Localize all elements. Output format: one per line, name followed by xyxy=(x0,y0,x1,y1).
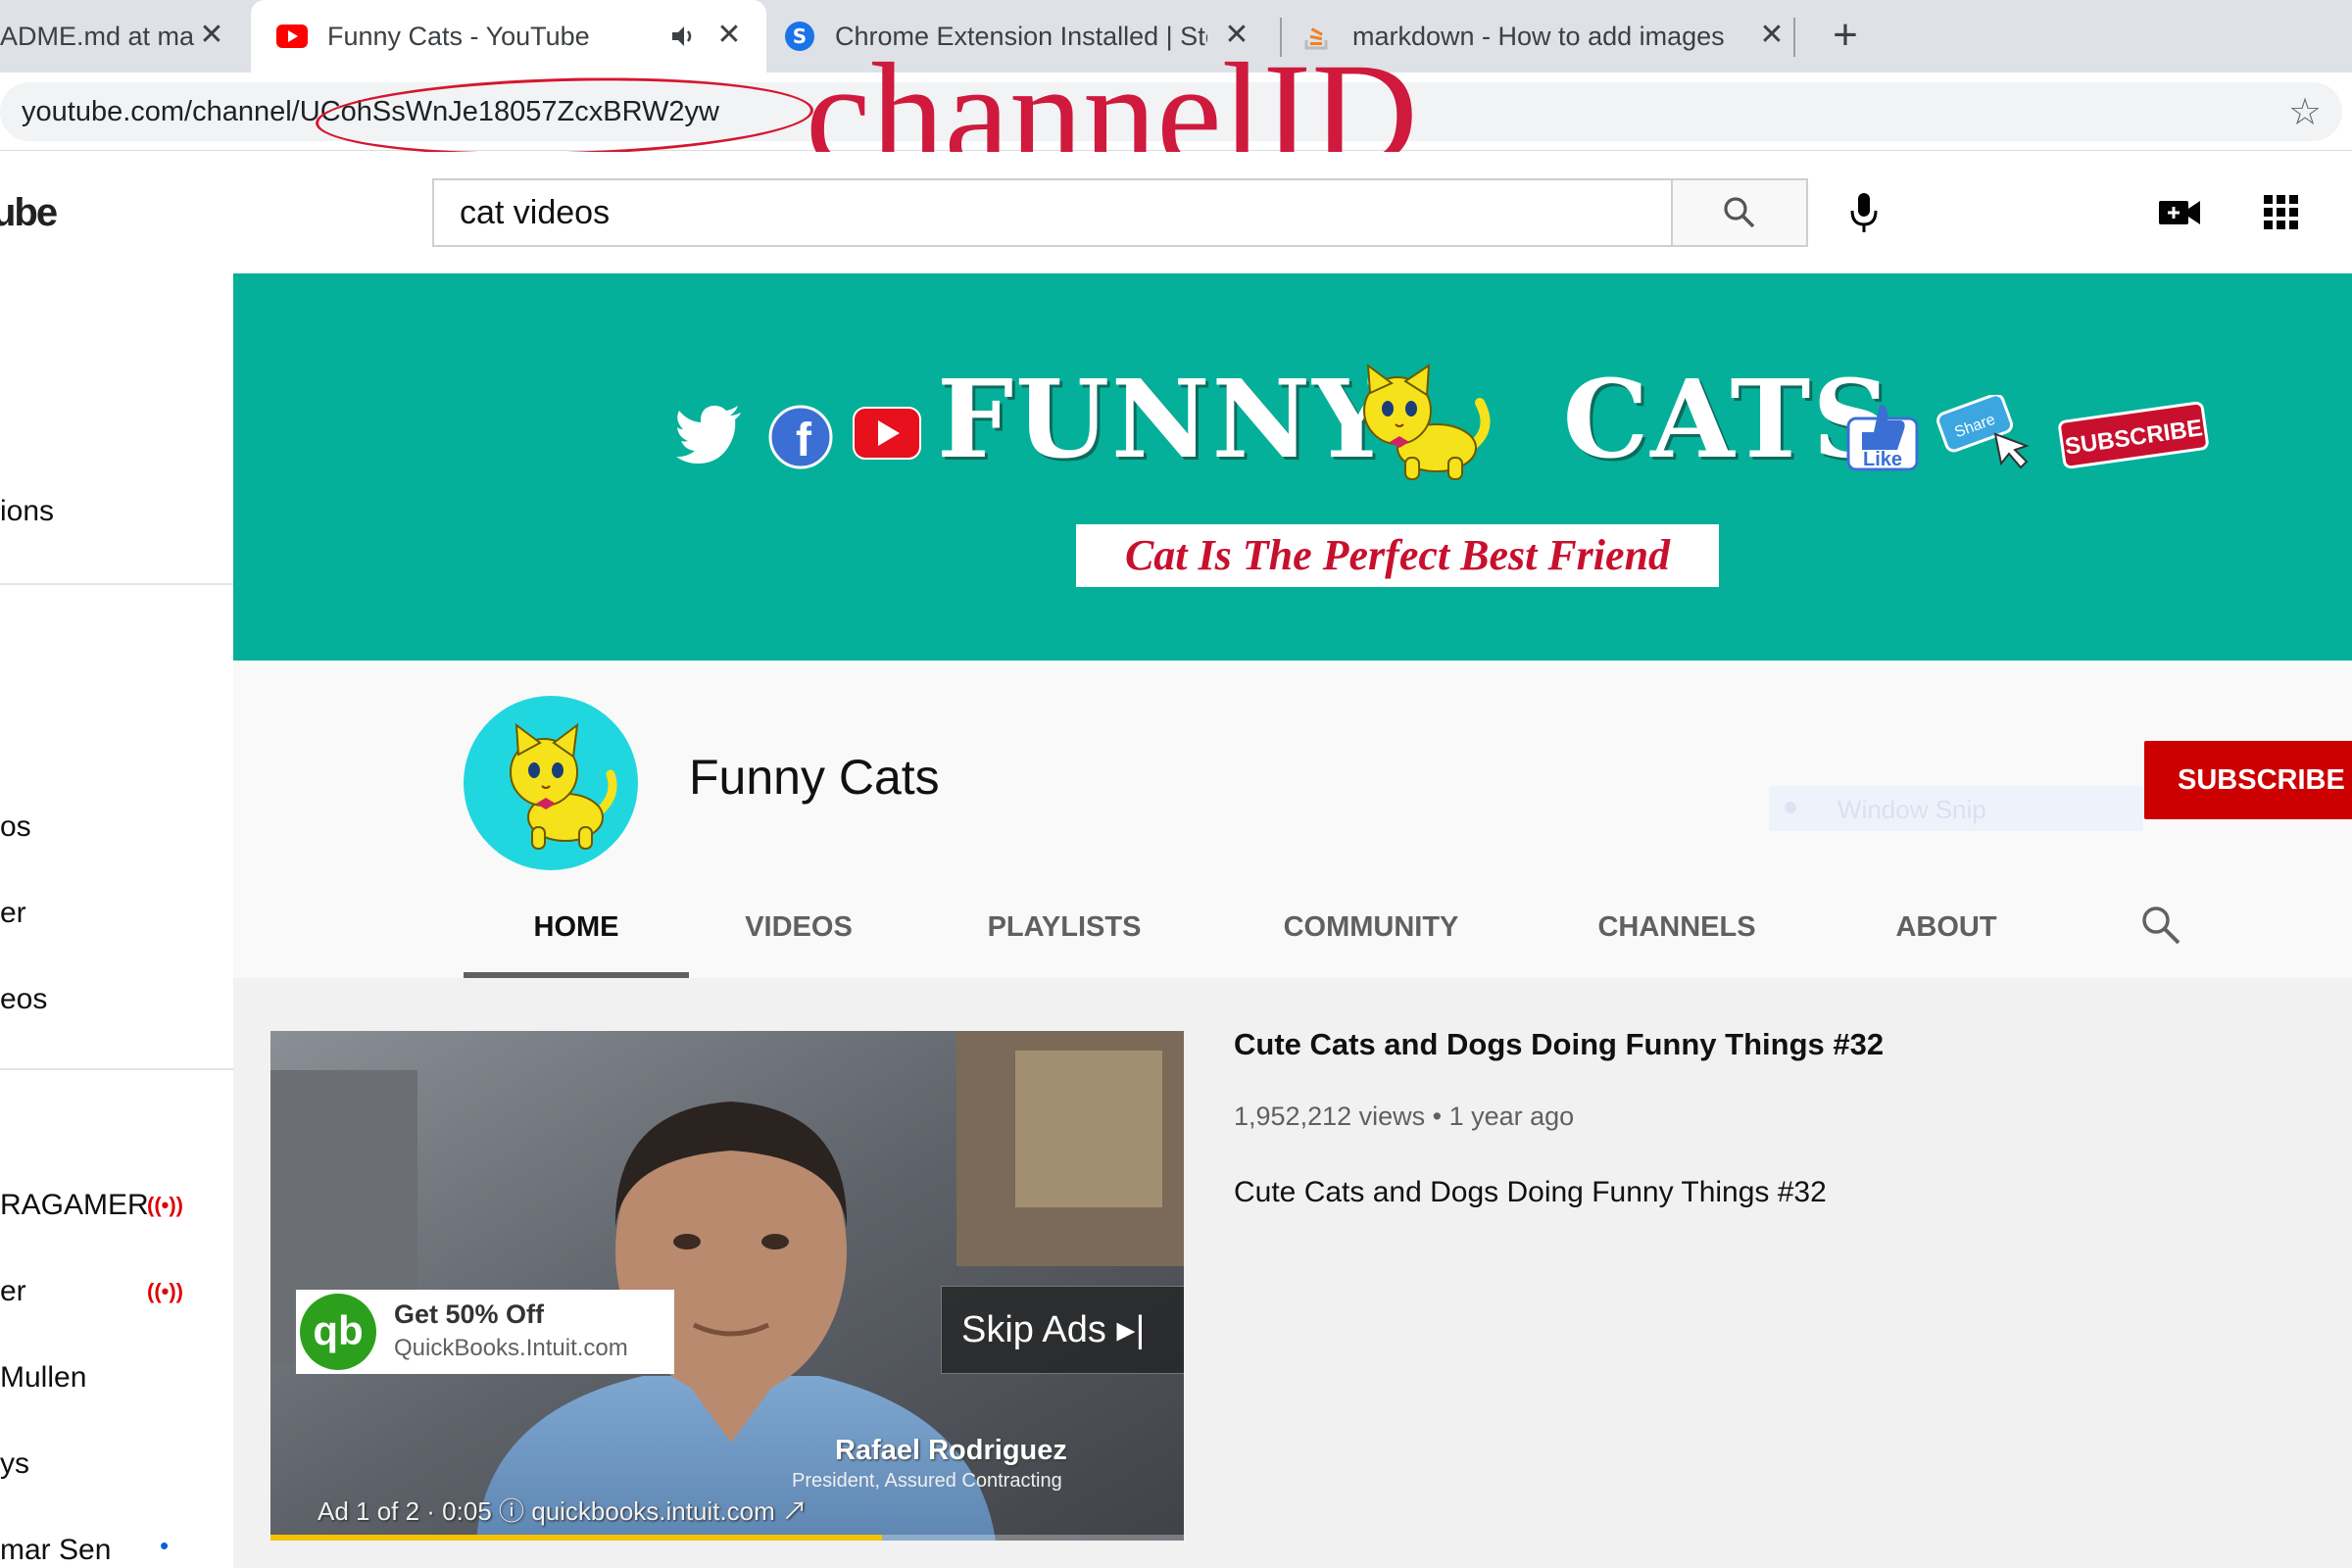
skip-ads-button[interactable]: Skip Ads ▸| xyxy=(941,1286,1184,1374)
sidebar-item-subscription[interactable]: RAGAMER xyxy=(0,1189,149,1222)
subscribe-button[interactable]: SUBSCRIBE xyxy=(2144,741,2352,819)
voice-search-button[interactable] xyxy=(1838,187,1889,238)
tab-home[interactable]: HOME xyxy=(464,890,689,978)
ad-info-text[interactable]: Ad 1 of 2 · 0:05 ⓘ quickbooks.intuit.com… xyxy=(318,1492,808,1528)
featured-video-title[interactable]: Cute Cats and Dogs Doing Funny Things #3… xyxy=(1234,1027,1884,1062)
tab-community[interactable]: COMMUNITY xyxy=(1278,890,1464,978)
search-input[interactable] xyxy=(460,194,1636,232)
tab-channels[interactable]: CHANNELS xyxy=(1593,890,1760,978)
window-snip-label: Window Snip xyxy=(1838,795,1986,824)
live-icon: ((•)) xyxy=(147,1193,184,1217)
browser-tab-youtube[interactable]: Funny Cats - YouTube ✕ xyxy=(251,0,766,73)
channel-content: qb Get 50% Off QuickBooks.Intuit.com Ski… xyxy=(233,978,2352,1568)
search-button[interactable] xyxy=(1671,178,1808,247)
sidebar-item[interactable]: er xyxy=(0,897,26,930)
sidebar-item-subscription[interactable]: er xyxy=(0,1275,26,1308)
bookmark-star-icon[interactable]: ☆ xyxy=(2288,94,2322,131)
url-prefix: youtube.com/channel/ xyxy=(22,96,300,127)
twitter-icon xyxy=(676,405,745,466)
youtube-play-icon xyxy=(853,407,921,460)
search-icon xyxy=(1724,197,1755,228)
audio-playing-icon[interactable] xyxy=(668,22,698,51)
youtube-masthead: ube xyxy=(0,152,2352,273)
featured-video-description: Cute Cats and Dogs Doing Funny Things #3… xyxy=(1234,1176,1827,1208)
like-sticker: Like xyxy=(1846,389,1919,471)
ad-overlay-card[interactable]: qb Get 50% Off QuickBooks.Intuit.com xyxy=(296,1290,674,1374)
ad-domain-text: QuickBooks.Intuit.com xyxy=(394,1335,628,1361)
subscribe-sticker: SUBSCRIBE xyxy=(2057,400,2210,470)
tab-playlists[interactable]: PLAYLISTS xyxy=(986,890,1143,978)
tab-close-icon[interactable]: ✕ xyxy=(1756,20,1788,51)
browser-tab-readme[interactable]: ADME.md at ma ✕ xyxy=(0,0,245,73)
banner-title-right: CATS xyxy=(1562,356,1892,482)
live-icon: ((•)) xyxy=(147,1279,184,1303)
cat-mascot-icon xyxy=(1350,364,1497,481)
ad-offer-text: Get 50% Off xyxy=(394,1299,545,1329)
share-sticker: Share xyxy=(1936,393,2044,473)
sidebar-divider xyxy=(0,583,233,585)
new-tab-button[interactable]: + xyxy=(1823,14,1868,59)
snip-dot-icon xyxy=(1785,802,1796,813)
presenter-name: Rafael Rodriguez xyxy=(835,1435,1067,1466)
tab-about[interactable]: ABOUT xyxy=(1887,890,2005,978)
channel-name: Funny Cats xyxy=(689,750,940,805)
tab-close-icon[interactable]: ✕ xyxy=(713,20,745,51)
video-player[interactable]: qb Get 50% Off QuickBooks.Intuit.com Ski… xyxy=(270,1031,1184,1541)
youtube-logo[interactable]: ube xyxy=(0,191,58,235)
channel-banner: f FUNNY CATS Like Share SUBSCRIBE Cat Is … xyxy=(233,273,2352,661)
apps-grid-icon xyxy=(2264,195,2298,229)
banner-tagline: Cat Is The Perfect Best Friend xyxy=(1076,524,1719,587)
sidebar-item-subscription[interactable]: mar Sen xyxy=(0,1534,111,1567)
tab-title: Funny Cats - YouTube xyxy=(327,21,590,51)
search-icon xyxy=(2142,906,2180,945)
sidebar-divider xyxy=(0,1068,233,1070)
sidebar-item[interactable]: eos xyxy=(0,983,47,1016)
banner-title-left: FUNNY xyxy=(937,356,1392,482)
create-video-button[interactable] xyxy=(2152,187,2207,238)
presenter-title: President, Assured Contracting xyxy=(792,1470,1062,1492)
sidebar-item-subscription[interactable]: ys xyxy=(0,1447,29,1481)
create-video-icon xyxy=(2159,201,2200,224)
channel-header: Funny Cats Window Snip SUBSCRIBE HOME VI… xyxy=(233,661,2352,978)
svg-text:f: f xyxy=(796,415,812,466)
featured-video-meta: 1,952,212 views • 1 year ago xyxy=(1234,1102,1575,1131)
new-content-dot-icon: • xyxy=(160,1531,170,1560)
channel-tabs: HOME VIDEOS PLAYLISTS COMMUNITY CHANNELS… xyxy=(233,890,2352,978)
sidebar: ions os er eos RAGAMER ((•)) er ((•)) Mu… xyxy=(0,273,233,1568)
like-label: Like xyxy=(1863,449,1902,470)
window-snip-overlay: Window Snip xyxy=(1769,786,2143,831)
tab-videos[interactable]: VIDEOS xyxy=(735,890,862,978)
sidebar-item[interactable]: os xyxy=(0,810,31,844)
apps-button[interactable] xyxy=(2256,187,2307,238)
youtube-favicon-icon xyxy=(276,21,308,52)
tab-close-icon[interactable]: ✕ xyxy=(196,20,227,51)
quickbooks-logo-icon: qb xyxy=(300,1294,376,1370)
tab-title: ADME.md at ma xyxy=(0,21,195,51)
channel-avatar[interactable] xyxy=(464,696,638,870)
facebook-icon: f xyxy=(768,405,833,469)
sidebar-item-subscription[interactable]: Mullen xyxy=(0,1361,86,1395)
sidebar-item[interactable]: ions xyxy=(0,495,54,528)
mic-icon xyxy=(1850,193,1878,232)
channel-search-button[interactable] xyxy=(2139,904,2188,953)
search-box xyxy=(432,178,1672,247)
ad-progress-fill xyxy=(270,1535,883,1541)
tab-separator xyxy=(1793,18,1795,57)
